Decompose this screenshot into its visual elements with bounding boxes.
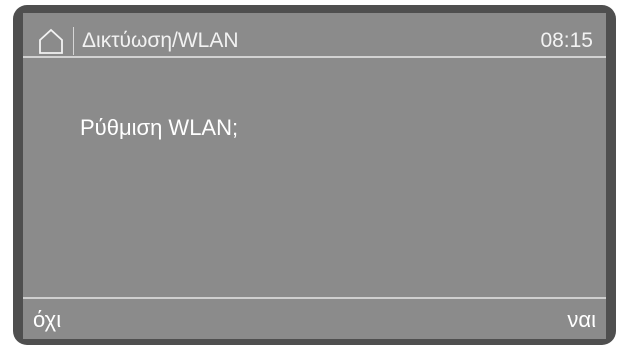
home-icon[interactable] bbox=[37, 27, 65, 55]
clock-time: 08:15 bbox=[540, 29, 593, 52]
no-button[interactable]: όχι bbox=[25, 300, 69, 339]
header-divider bbox=[23, 56, 606, 58]
header-bar: Δικτύωση/WLAN 08:15 bbox=[23, 13, 606, 56]
display-screen: Δικτύωση/WLAN 08:15 Ρύθμιση WLAN; όχι να… bbox=[23, 13, 606, 339]
header-separator bbox=[73, 27, 74, 55]
yes-button[interactable]: ναι bbox=[559, 300, 604, 339]
page-title: Δικτύωση/WLAN bbox=[82, 29, 239, 52]
footer-divider bbox=[23, 297, 606, 299]
dialog-question: Ρύθμιση WLAN; bbox=[80, 115, 239, 140]
